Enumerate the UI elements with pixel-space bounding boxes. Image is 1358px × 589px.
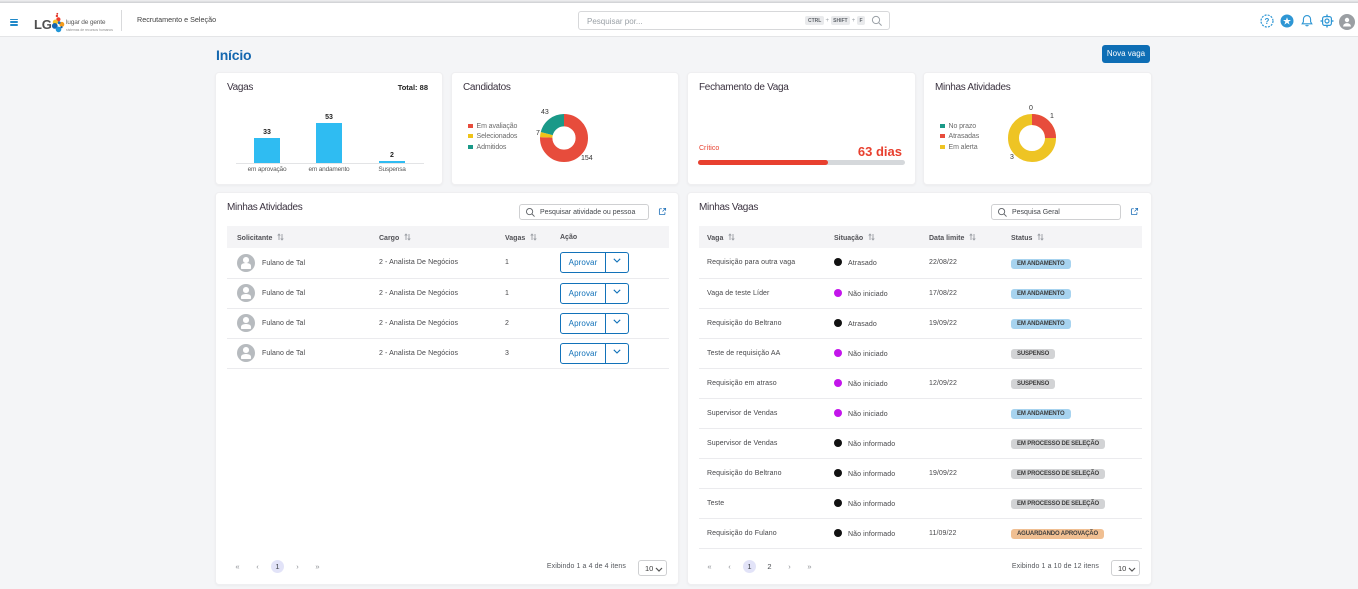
svg-text:?: ? [1265, 17, 1270, 26]
